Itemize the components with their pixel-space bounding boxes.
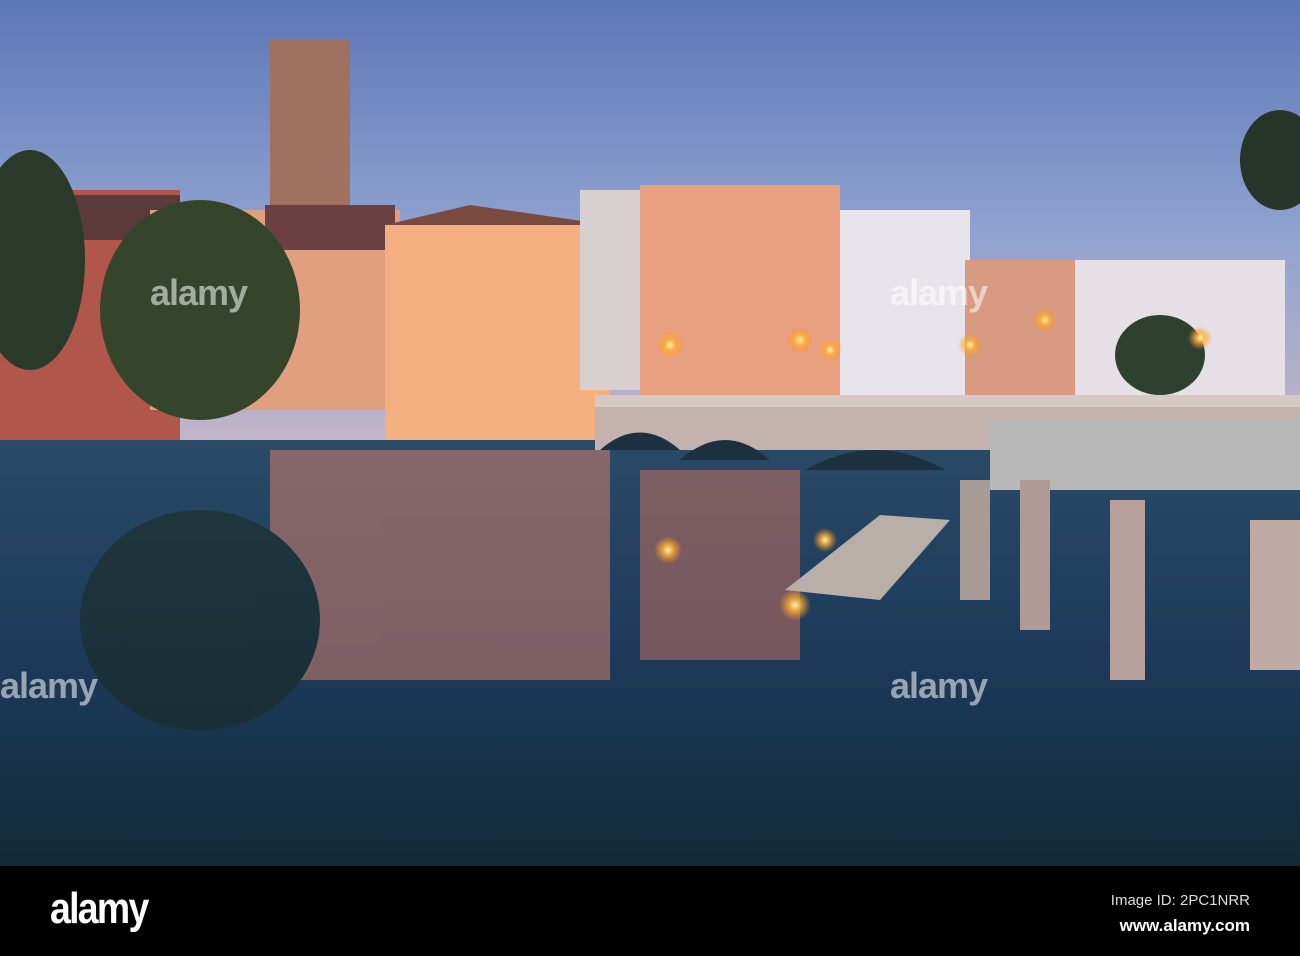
alamy-logo: alamy	[50, 884, 149, 933]
photo-treviso-canal-dusk	[0, 0, 1300, 866]
watermark: alamy	[150, 272, 248, 313]
watermark: alamy	[0, 665, 98, 706]
watermark: alamy	[890, 272, 988, 313]
image-id: Image ID: 2PC1NRR	[1110, 892, 1250, 909]
website-link[interactable]: www.alamy.com	[1120, 916, 1250, 936]
watermark: alamy	[890, 665, 988, 706]
footer-bar: alamy Image ID: 2PC1NRR www.alamy.com	[0, 866, 1300, 956]
